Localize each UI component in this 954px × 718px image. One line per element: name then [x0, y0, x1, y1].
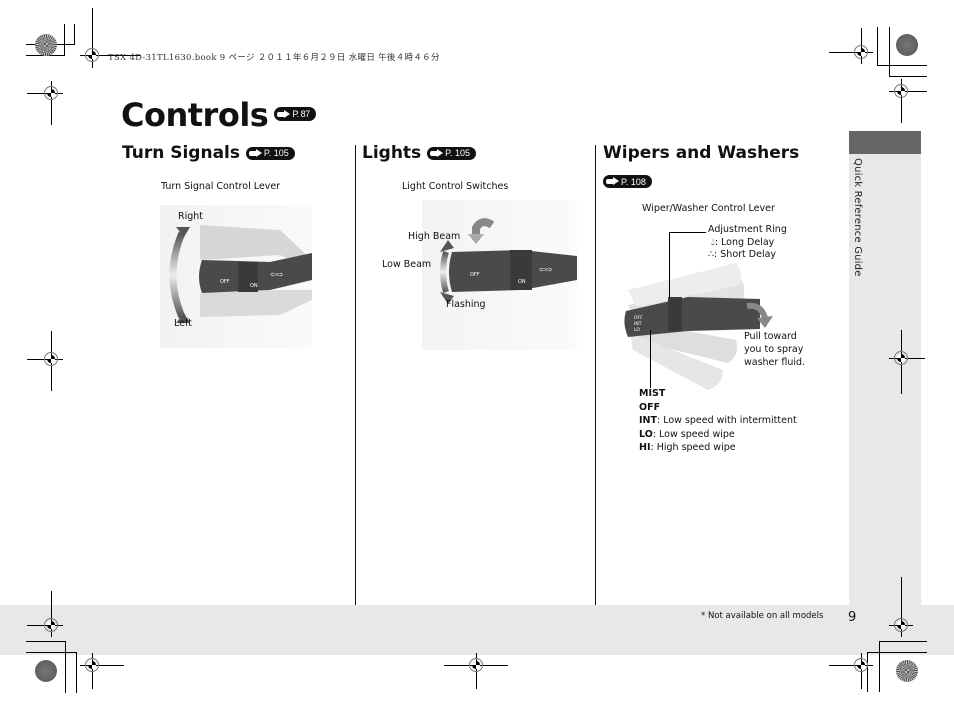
label-high-beam: High Beam: [408, 231, 461, 242]
section-title-turn-signals: Turn Signals P. 105: [122, 143, 295, 163]
wiper-mode-item: HI: High speed wipe: [639, 442, 736, 453]
wiper-mode-item: OFF: [639, 401, 661, 413]
color-target-icon: [896, 34, 918, 56]
side-index-tab: [849, 131, 921, 154]
page-number: 9: [848, 610, 857, 625]
arrow-right-icon: [430, 148, 444, 158]
light-control-switch-illustration: OFF ON ⇦⇨: [422, 200, 577, 350]
arrow-right-icon: [248, 148, 262, 158]
svg-text:ON: ON: [250, 283, 258, 289]
color-target-icon: [35, 660, 57, 682]
svg-text:OFF: OFF: [220, 279, 230, 285]
page-title-text: Controls: [121, 96, 269, 134]
svg-text:⇦⇨: ⇦⇨: [270, 270, 284, 279]
column-divider: [595, 145, 596, 605]
book-info-header: TSX 4D-31TL1630.book 9 ページ ２０１１年６月２９日 水曜…: [108, 53, 440, 63]
turn-signal-caption: Turn Signal Control Lever: [161, 181, 281, 192]
label-flashing: Flashing: [446, 299, 486, 310]
wipers-reference-wrap: P. 108: [603, 171, 652, 190]
lights-caption: Light Control Switches: [402, 181, 509, 192]
svg-text:LO: LO: [634, 327, 640, 333]
page-reference-link[interactable]: P. 87: [274, 107, 316, 121]
label-left: Left: [174, 318, 192, 329]
label-low-beam: Low Beam: [382, 259, 432, 270]
wiper-mode-item: INT: Low speed with intermittent: [639, 415, 797, 426]
arrow-right-icon: [277, 109, 291, 119]
label-short-delay: ∴: Short Delay: [708, 249, 777, 260]
svg-text:⇦⇨: ⇦⇨: [539, 265, 553, 274]
column-divider: [355, 145, 356, 605]
svg-text:OFF: OFF: [634, 315, 643, 321]
turn-signals-reference-link[interactable]: P. 105: [245, 146, 295, 160]
color-target-icon: [896, 660, 918, 682]
label-adjustment-ring: Adjustment Ring: [708, 224, 787, 235]
leader-line-mist: [650, 330, 651, 388]
wiper-modes-list: MIST OFF INT: Low speed with intermitten…: [639, 387, 797, 455]
svg-text:INT: INT: [634, 321, 642, 327]
leader-line-adjustment-ring: [669, 232, 706, 233]
side-tab-label: Quick Reference Guide: [852, 158, 863, 277]
wiper-mode-item: LO: Low speed wipe: [639, 428, 735, 440]
lights-reference-link[interactable]: P. 105: [427, 146, 476, 160]
wipers-reference-link[interactable]: P. 108: [603, 175, 652, 188]
svg-text:OFF: OFF: [470, 272, 480, 278]
label-long-delay: 💧︎: Long Delay: [711, 237, 775, 248]
wipers-caption: Wiper/Washer Control Lever: [642, 203, 775, 214]
label-right: Right: [178, 211, 204, 222]
footnote: * Not available on all models: [701, 611, 824, 621]
wiper-mode-item: MIST: [639, 388, 666, 399]
leader-line-adjustment-ring: [669, 232, 670, 298]
section-title-lights: Lights P. 105: [362, 143, 476, 163]
arrow-right-icon: [606, 177, 619, 186]
color-target-icon: [35, 34, 57, 56]
section-title-wipers: Wipers and Washers: [603, 143, 800, 163]
page-title: Controls P. 87: [121, 96, 316, 134]
svg-text:ON: ON: [518, 279, 526, 285]
label-pull-toward: Pull toward you to spray washer fluid.: [744, 331, 806, 368]
